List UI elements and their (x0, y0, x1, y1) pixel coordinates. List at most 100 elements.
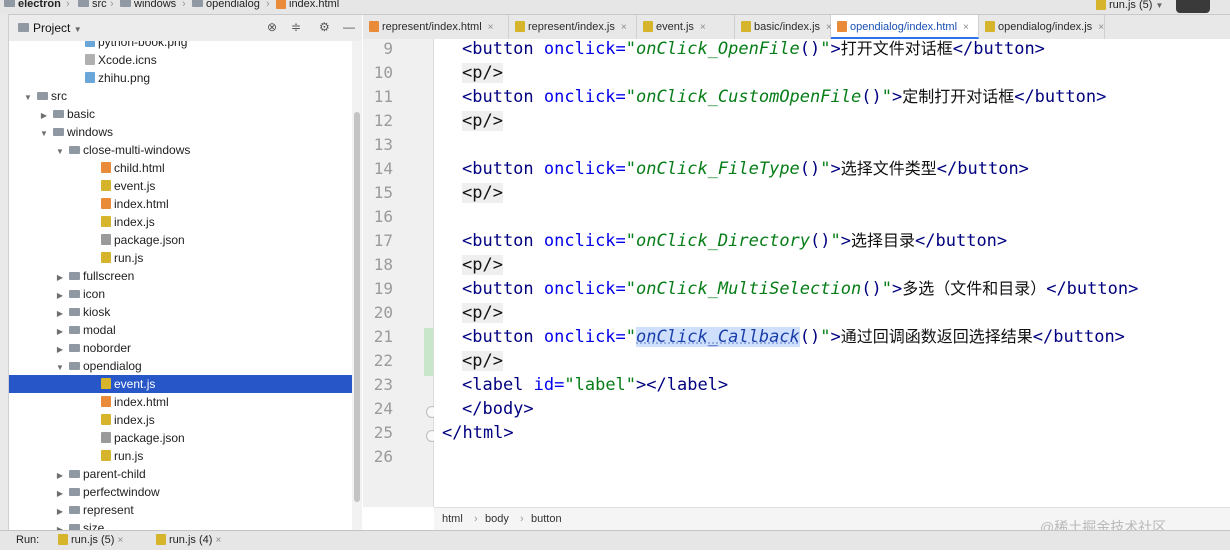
close-icon[interactable]: × (621, 22, 627, 33)
tree-item[interactable]: ▼ windows (9, 123, 352, 141)
breadcrumb-item-opendialog[interactable]: opendialog (192, 0, 260, 10)
breadcrumb-item-src[interactable]: src (78, 0, 107, 10)
tree-item[interactable]: ▶ modal (9, 321, 352, 339)
console-output[interactable] (0, 550, 1230, 557)
code-line[interactable]: <label id="label"></label> (462, 373, 728, 397)
close-icon[interactable]: × (1098, 22, 1104, 33)
tree-item[interactable]: ▶ represent (9, 501, 352, 519)
breadcrumb-item-project[interactable]: electron (4, 0, 61, 10)
tree-item[interactable]: index.js (9, 213, 352, 231)
line-number: 20 (373, 303, 393, 322)
js-file-icon (101, 378, 111, 390)
run-tab[interactable]: run.js (4) × (156, 533, 221, 546)
code-line[interactable]: <button onclick="onClick_FileType()">选择文… (462, 157, 1029, 181)
hide-panel-icon[interactable]: — (343, 20, 355, 34)
tree-item[interactable]: ▶ icon (9, 285, 352, 303)
code-token: </button> (1046, 279, 1139, 299)
tree-item[interactable]: index.js (9, 411, 352, 429)
close-icon[interactable]: × (488, 22, 494, 33)
js-file-icon (741, 20, 751, 32)
code-line[interactable]: <button onclick="onClick_Directory()">选择… (462, 229, 1007, 253)
editor-tab[interactable]: represent/index.html × (363, 15, 509, 39)
vcs-change-marker[interactable] (424, 328, 433, 376)
run-button[interactable] (1176, 0, 1210, 13)
tree-item[interactable]: index.html (9, 195, 352, 213)
run-tab[interactable]: run.js (5) × (58, 533, 123, 546)
code-editor[interactable]: <button onclick="onClick_OpenFile()">打开文… (434, 39, 1230, 507)
editor-breadcrumb-html[interactable]: html (442, 513, 463, 525)
tree-item[interactable]: ▶ perfectwindow (9, 483, 352, 501)
folder-icon (37, 91, 48, 100)
code-line[interactable]: <button onclick="onClick_OpenFile()">打开文… (462, 39, 1045, 61)
close-icon[interactable]: × (963, 22, 969, 33)
json-file-icon (101, 432, 111, 444)
editor-breadcrumb-button[interactable]: button (531, 513, 562, 525)
close-icon[interactable]: × (700, 22, 706, 33)
tree-item[interactable]: Xcode.icns (9, 51, 352, 69)
close-icon[interactable]: × (117, 535, 123, 546)
breadcrumb-separator-icon: › (182, 0, 186, 10)
code-token: onClick_Callback (636, 327, 800, 347)
code-token: 选择目录 (851, 231, 916, 250)
editor-tab[interactable]: opendialog/index.js × (979, 15, 1105, 39)
tree-item[interactable]: index.html (9, 393, 352, 411)
code-token: " (830, 231, 841, 251)
line-number-gutter[interactable]: 9 10 11 12 13 14 15 16 17 18 19 20 21 22 23 24 25 26 (363, 39, 434, 507)
editor-tab[interactable]: event.js × (637, 15, 735, 39)
tree-item[interactable]: ▼ src (9, 87, 352, 105)
code-line[interactable]: <p/> (462, 181, 503, 205)
code-line[interactable]: <p/> (462, 349, 503, 373)
code-line[interactable]: </html> (442, 421, 514, 445)
tree-item[interactable]: ▶ fullscreen (9, 267, 352, 285)
code-line[interactable]: <p/> (462, 61, 503, 85)
tree-item[interactable]: event.js (9, 177, 352, 195)
scroll-from-source-icon[interactable]: ⊗ (267, 20, 277, 34)
folder-icon (69, 325, 80, 334)
tree-item[interactable]: ▼ opendialog (9, 357, 352, 375)
project-tree[interactable]: python-book.png Xcode.icns zhihu.png ▼ src ▶ b… (9, 41, 352, 530)
tree-item[interactable]: package.json (9, 231, 352, 249)
tree-item[interactable]: run.js (9, 447, 352, 465)
tree-item-label: child.html (114, 161, 165, 175)
tree-item[interactable]: child.html (9, 159, 352, 177)
editor-tab-label: opendialog/index.html (850, 21, 958, 33)
tree-item[interactable]: python-book.png (9, 41, 352, 51)
project-scrollbar-thumb[interactable] (354, 112, 360, 502)
code-token: > (891, 279, 903, 299)
tool-window-strip[interactable] (0, 14, 9, 530)
run-configuration-selector[interactable]: run.js (5) ▼ (1096, 0, 1163, 13)
project-view-selector[interactable]: Project ▼ (33, 21, 82, 35)
editor-tab[interactable]: basic/index.js × (735, 15, 832, 39)
code-line[interactable]: <p/> (462, 109, 503, 133)
code-line[interactable]: <p/> (462, 253, 503, 277)
code-line[interactable]: <button onclick="onClick_Callback()">通过回… (462, 325, 1125, 349)
folder-icon (53, 109, 64, 118)
tree-item[interactable]: ▶ basic (9, 105, 352, 123)
editor-tab[interactable]: represent/index.js × (509, 15, 637, 39)
chevron-right-icon[interactable]: ▶ (55, 521, 65, 530)
tree-item[interactable]: ▼ close-multi-windows (9, 141, 352, 159)
code-line[interactable]: <button onclick="onClick_MultiSelection(… (462, 277, 1138, 301)
code-token: </button> (952, 39, 1045, 59)
js-file-icon (58, 533, 68, 545)
breadcrumb-separator-icon: › (266, 0, 270, 10)
tree-item-label: event.js (114, 179, 156, 193)
editor-breadcrumb-body[interactable]: body (485, 513, 509, 525)
collapse-all-icon[interactable]: ≑ (291, 20, 301, 34)
code-line[interactable]: </body> (462, 397, 534, 421)
tree-item[interactable]: run.js (9, 249, 352, 267)
tree-item[interactable]: ▶ parent-child (9, 465, 352, 483)
tree-item[interactable]: package.json (9, 429, 352, 447)
breadcrumb-item-windows[interactable]: windows (120, 0, 176, 10)
editor-tab[interactable]: opendialog/index.html × (831, 15, 979, 39)
tree-item[interactable]: zhihu.png (9, 69, 352, 87)
tree-item[interactable]: ▶ noborder (9, 339, 352, 357)
gear-icon[interactable]: ⚙ (319, 20, 330, 34)
close-icon[interactable]: × (215, 535, 221, 546)
code-line[interactable]: <p/> (462, 301, 503, 325)
tree-item[interactable]: event.js (9, 375, 352, 393)
code-line[interactable]: <button onclick="onClick_CustomOpenFile(… (462, 85, 1106, 109)
tree-item[interactable]: ▶ kiosk (9, 303, 352, 321)
tree-item[interactable]: ▶ size (9, 519, 352, 530)
breadcrumb-item-file[interactable]: index.html (276, 0, 339, 10)
